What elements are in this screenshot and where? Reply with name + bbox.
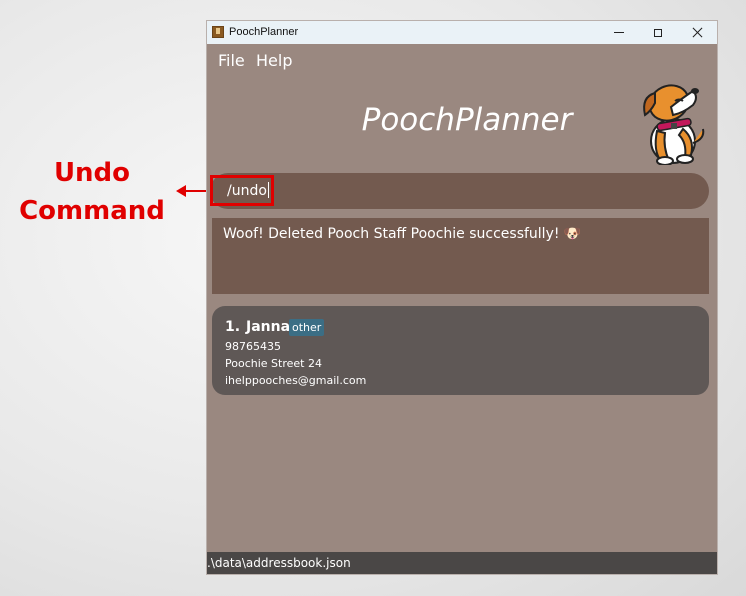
title-bar: PoochPlanner xyxy=(207,21,717,44)
undo-command-annotation: Undo Command xyxy=(14,154,170,230)
person-index: 1. xyxy=(225,319,241,335)
annotation-line-2: Command xyxy=(19,196,165,226)
minimize-button[interactable] xyxy=(599,21,639,44)
maximize-icon xyxy=(654,28,662,37)
minimize-icon xyxy=(614,32,624,33)
app-window: PoochPlanner File Help PoochPlanner /und… xyxy=(207,21,717,574)
annotation-highlight-box xyxy=(210,175,274,206)
menu-file[interactable]: File xyxy=(218,51,245,70)
person-name: Janna xyxy=(246,319,291,335)
close-button[interactable] xyxy=(677,21,717,44)
result-display: Woof! Deleted Pooch Staff Poochie succes… xyxy=(212,218,709,294)
person-phone: 98765435 xyxy=(225,340,281,353)
annotation-line-1: Undo xyxy=(53,158,131,188)
role-tag: other xyxy=(289,319,325,336)
close-icon xyxy=(692,27,703,38)
result-message: Woof! Deleted Pooch Staff Poochie succes… xyxy=(223,226,582,242)
menu-bar: File Help xyxy=(207,44,717,74)
app-icon xyxy=(212,26,224,38)
dog-mascot-icon xyxy=(643,84,705,165)
menu-help[interactable]: Help xyxy=(256,51,292,70)
person-address: Poochie Street 24 xyxy=(225,357,322,370)
save-file-path: .\data\addressbook.json xyxy=(207,556,351,570)
person-card[interactable]: 1. Janna other 98765435 Poochie Street 2… xyxy=(212,306,709,395)
person-email: ihelppooches@gmail.com xyxy=(225,374,367,387)
window-title: PoochPlanner xyxy=(229,26,299,38)
status-bar: .\data\addressbook.json xyxy=(207,552,717,574)
command-box[interactable]: /undo xyxy=(210,173,709,209)
app-title: PoochPlanner xyxy=(361,102,573,138)
maximize-button[interactable] xyxy=(638,21,678,44)
